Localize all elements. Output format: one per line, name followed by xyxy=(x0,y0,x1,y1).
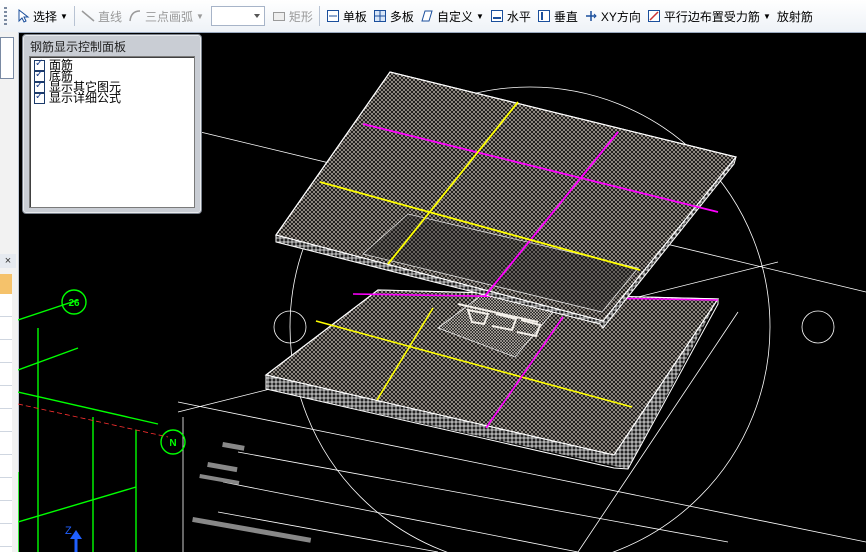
panel-options-list: 面筋 底筋 显示其它图元 显示详细公式 xyxy=(29,56,195,208)
toolbar-grip[interactable] xyxy=(4,7,7,25)
bottom-slab[interactable] xyxy=(264,283,720,470)
xy-direction-button[interactable]: XY方向 xyxy=(581,5,644,27)
cursor-icon xyxy=(18,9,30,23)
z-axis-arrowhead xyxy=(70,530,82,539)
custom-button[interactable]: 自定义 ▼ xyxy=(417,5,487,27)
text-block xyxy=(192,516,312,543)
parameter-combo[interactable] xyxy=(210,6,265,26)
parallel-edge-button[interactable]: 平行边布置受力筋 ▼ xyxy=(644,5,774,27)
chevron-down-icon[interactable]: ▼ xyxy=(60,12,68,21)
sheet-line xyxy=(222,481,579,552)
left-dock-strip: × xyxy=(0,32,19,552)
text-block xyxy=(207,462,238,473)
selected-row[interactable] xyxy=(0,274,12,294)
multi-slab-button[interactable]: 多板 xyxy=(370,5,417,27)
custom-label: 自定义 xyxy=(436,9,473,24)
axis-label-26: 26 xyxy=(68,298,80,309)
vertical-button[interactable]: 垂直 xyxy=(534,5,581,27)
option-label: 显示详细公式 xyxy=(49,91,122,105)
panel-title[interactable]: 钢筋显示控制面板 xyxy=(30,38,126,55)
xy-direction-label: XY方向 xyxy=(600,9,641,24)
multi-slab-label: 多板 xyxy=(389,9,414,24)
axis-line xyxy=(18,347,79,371)
close-icon[interactable]: × xyxy=(0,254,16,268)
axis-grid xyxy=(18,289,186,552)
rect-label: 矩形 xyxy=(288,9,313,24)
toolbar-separator xyxy=(73,6,75,26)
radial-button[interactable]: 放射筋 xyxy=(774,5,816,27)
axis-line xyxy=(18,486,137,523)
horizontal-label: 水平 xyxy=(506,9,531,24)
rect-tool-button[interactable]: 矩形 xyxy=(269,5,316,27)
rectangle-icon xyxy=(272,12,285,21)
single-slab-button[interactable]: 单板 xyxy=(323,5,370,27)
option-show-formula[interactable]: 显示详细公式 xyxy=(34,91,194,105)
horizontal-button[interactable]: 水平 xyxy=(487,5,534,27)
property-grid[interactable] xyxy=(0,294,12,552)
chevron-down-icon[interactable]: ▼ xyxy=(476,12,484,21)
chevron-down-icon[interactable]: ▼ xyxy=(763,12,771,21)
title-block-text xyxy=(192,386,347,543)
checkbox-show-formula[interactable] xyxy=(34,91,45,104)
dock-tab[interactable] xyxy=(0,37,14,79)
line-icon xyxy=(81,10,95,22)
select-tool-button[interactable]: 选择 ▼ xyxy=(13,5,71,27)
toolbar-separator xyxy=(318,6,320,26)
select-label: 选择 xyxy=(33,9,58,24)
single-slab-icon xyxy=(326,10,339,22)
axis-indicator: Z xyxy=(65,525,82,552)
arc3-label: 三点画弧 xyxy=(144,9,193,24)
vertical-label: 垂直 xyxy=(553,9,578,24)
toolbar: 选择 ▼ 直线 三点画弧 ▼ 矩形 单板 多板 自定义 ▼ 水平 垂直 XY方向 平行… xyxy=(0,0,866,33)
line-tool-button[interactable]: 直线 xyxy=(78,5,125,27)
multi-slab-icon xyxy=(373,10,386,22)
parallel-edge-label: 平行边布置受力筋 xyxy=(663,9,760,24)
arc-icon xyxy=(129,10,140,22)
parallel-edge-icon xyxy=(647,10,660,22)
single-slab-label: 单板 xyxy=(342,9,367,24)
chevron-down-icon[interactable]: ▼ xyxy=(196,12,204,21)
axis-label-n: N xyxy=(169,438,176,449)
horizontal-rebar-icon xyxy=(490,10,503,22)
axis-line xyxy=(18,391,159,425)
xy-direction-icon xyxy=(585,11,597,21)
rebar-display-panel: 钢筋显示控制面板 面筋 底筋 显示其它图元 显示详细公式 xyxy=(22,34,202,214)
radial-label: 放射筋 xyxy=(776,9,813,24)
line-label: 直线 xyxy=(97,9,122,24)
circle-marker xyxy=(801,310,835,344)
custom-shape-icon xyxy=(421,10,433,22)
text-block xyxy=(199,474,240,485)
arc3-tool-button[interactable]: 三点画弧 ▼ xyxy=(125,5,207,27)
text-block xyxy=(222,442,245,451)
sheet-line xyxy=(237,451,729,543)
z-axis-label: Z xyxy=(65,525,72,537)
vertical-rebar-icon xyxy=(537,10,550,22)
